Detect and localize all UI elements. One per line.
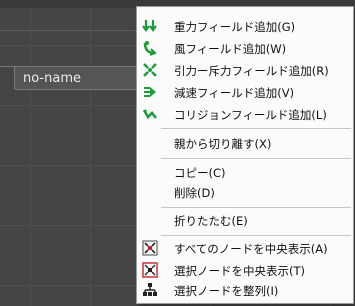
menu-item-add-deceleration-field[interactable]: 減速フィールド追加(V)	[138, 81, 352, 103]
deceleration-field-icon	[142, 84, 158, 100]
menu-item-detach-from-parent[interactable]: 親から切り離す(X)	[138, 132, 352, 154]
menu-item-center-selected-node[interactable]: 選択ノードを中央表示(T)	[138, 259, 352, 281]
menu-item-label: 風フィールド追加(W)	[174, 42, 287, 56]
menu-item-label: 折りたたむ(E)	[174, 214, 248, 228]
menu-separator	[161, 158, 351, 160]
menu-item-add-attract-repel-field[interactable]: 引力ー斥力フィールド追加(R)	[138, 59, 352, 81]
menu-item-label: 選択ノードを整列(I)	[174, 284, 279, 298]
menu-item-copy[interactable]: コピー(C)	[138, 161, 352, 183]
menu-item-add-collision-field[interactable]: コリジョンフィールド追加(L)	[138, 103, 352, 125]
menu-item-add-wind-field[interactable]: 風フィールド追加(W)	[138, 37, 352, 59]
attract-repel-field-icon	[142, 62, 158, 78]
menu-item-label: 引力ー斥力フィールド追加(R)	[174, 64, 329, 78]
context-menu: 重力フィールド追加(G) 風フィールド追加(W) 引力ー斥力フィールド追加(R)	[136, 6, 354, 304]
menu-separator	[161, 128, 351, 130]
menu-item-label: 減速フィールド追加(V)	[174, 86, 295, 100]
menu-item-label: 削除(D)	[174, 186, 215, 200]
menu-item-add-gravity-field[interactable]: 重力フィールド追加(G)	[138, 15, 352, 37]
menu-item-label: コピー(C)	[174, 166, 226, 180]
align-selected-nodes-icon	[142, 282, 158, 298]
menu-item-label: 選択ノードを中央表示(T)	[174, 264, 305, 278]
menu-item-label: 重力フィールド追加(G)	[174, 20, 296, 34]
menu-item-delete[interactable]: 削除(D)	[138, 181, 352, 203]
menu-item-label: すべてのノードを中央表示(A)	[174, 242, 328, 256]
center-selected-node-icon	[142, 262, 158, 278]
node-title: no-name	[23, 71, 81, 86]
menu-item-label: コリジョンフィールド追加(L)	[174, 108, 327, 122]
menu-item-align-selected-nodes[interactable]: 選択ノードを整列(I)	[138, 279, 352, 301]
grid-divider	[0, 30, 140, 31]
menu-item-label: 親から切り離す(X)	[174, 137, 272, 151]
gravity-field-icon	[142, 18, 158, 34]
collision-field-icon	[142, 106, 158, 122]
center-all-nodes-icon	[142, 240, 158, 256]
menu-item-center-all-nodes[interactable]: すべてのノードを中央表示(A)	[138, 237, 352, 259]
node-header[interactable]: no-name	[14, 66, 154, 90]
wind-field-icon	[142, 40, 158, 56]
menu-item-collapse[interactable]: 折りたたむ(E)	[138, 209, 352, 231]
